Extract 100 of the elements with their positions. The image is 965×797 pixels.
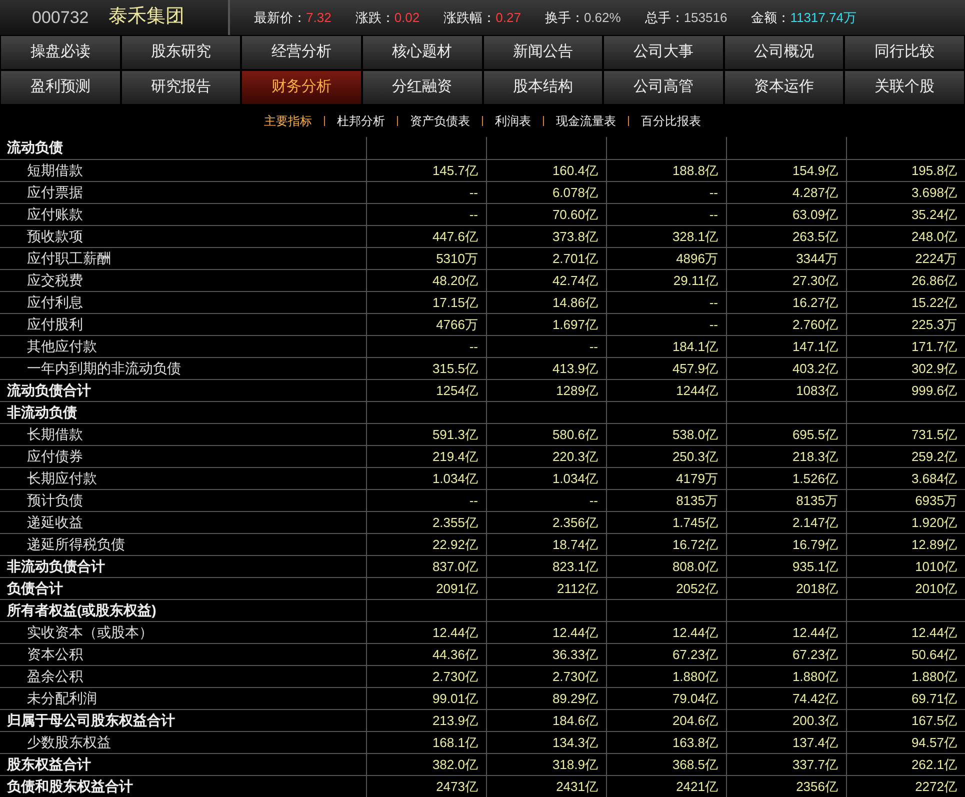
table-cell: 70.60亿	[552, 207, 598, 222]
table-cell: 2421亿	[676, 779, 718, 794]
table-cell: --	[709, 295, 718, 310]
table-cell: --	[589, 339, 598, 354]
row-label: 流动负债	[6, 138, 64, 157]
nav-tab[interactable]: 新闻公告	[482, 35, 604, 70]
table-cell: 99.01亿	[432, 691, 478, 706]
table-cell: 195.8亿	[911, 163, 957, 178]
row-label: 归属于母公司股东权益合计	[6, 711, 176, 730]
nav-tab[interactable]: 财务分析	[241, 70, 362, 105]
sub-tab[interactable]: 百分比报表	[641, 112, 701, 130]
table-cell: --	[589, 493, 598, 508]
sub-tab[interactable]: 资产负债表	[410, 112, 470, 130]
stat-value: 11317.74万	[790, 8, 856, 27]
row-label: 非流动负债合计	[6, 557, 106, 576]
table-cell: 580.6亿	[552, 427, 598, 442]
table-cell: 538.0亿	[672, 427, 718, 442]
nav-tab[interactable]: 关联个股	[844, 70, 965, 105]
table-cell: 2.730亿	[552, 669, 598, 684]
stock-code: 000732	[32, 6, 89, 29]
nav-tab[interactable]: 资本运作	[724, 70, 844, 105]
table-cell: 12.44亿	[552, 625, 598, 640]
table-cell: 67.23亿	[792, 647, 838, 662]
nav-tab[interactable]: 研究报告	[120, 70, 242, 105]
stat-label: 涨跌幅：	[444, 8, 496, 27]
row-label: 应付职工薪酬	[26, 249, 112, 268]
table-cell: 457.9亿	[672, 361, 718, 376]
table-cell: 35.24亿	[911, 207, 957, 222]
table-cell: 29.11亿	[673, 273, 718, 288]
table-cell: 2356亿	[796, 779, 838, 794]
nav-tab[interactable]: 公司概况	[724, 35, 844, 70]
stat-value: 0.02	[394, 8, 420, 27]
nav-tab[interactable]: 操盘必读	[0, 35, 121, 70]
table-cell: 3.698亿	[911, 185, 957, 200]
table-cell: 89.29亿	[552, 691, 598, 706]
nav-tab[interactable]: 盈利预测	[0, 70, 121, 105]
table-cell: 22.92亿	[432, 537, 478, 552]
table-cell: 2473亿	[436, 779, 478, 794]
row-label: 负债和股东权益合计	[6, 777, 134, 796]
table-cell: 184.6亿	[552, 713, 598, 728]
table-cell: 42.74亿	[552, 273, 598, 288]
table-cell: 67.23亿	[672, 647, 718, 662]
row-label: 递延所得税负债	[26, 535, 126, 554]
table-cell: 18.74亿	[552, 537, 598, 552]
table-cell: 2018亿	[796, 581, 838, 596]
row-label: 负债合计	[6, 579, 64, 598]
row-label: 应付股利	[26, 315, 84, 334]
table-cell: 4179万	[676, 471, 718, 486]
table-cell: 12.44亿	[911, 625, 957, 640]
table-cell: 225.3万	[911, 317, 957, 332]
table-cell: 213.9亿	[432, 713, 478, 728]
nav-tab[interactable]: 公司高管	[603, 70, 724, 105]
row-label: 实收资本（或股本）	[26, 623, 154, 642]
table-cell: 12.44亿	[792, 625, 838, 640]
table-cell: 2272亿	[915, 779, 957, 794]
table-cell: 591.3亿	[432, 427, 478, 442]
table-cell: 262.1亿	[911, 757, 957, 772]
row-label: 少数股东权益	[26, 733, 112, 752]
table-cell: 137.4亿	[792, 735, 838, 750]
sub-tab[interactable]: 杜邦分析	[337, 112, 385, 130]
table-cell: --	[709, 317, 718, 332]
sub-tab[interactable]: 利润表	[495, 112, 531, 130]
sub-tab[interactable]: 现金流量表	[556, 112, 616, 130]
table-cell: 413.9亿	[552, 361, 598, 376]
row-label: 盈余公积	[26, 667, 84, 686]
table-cell: 50.64亿	[911, 647, 957, 662]
table-cell: --	[469, 493, 478, 508]
table-cell: 373.8亿	[552, 229, 598, 244]
table-cell: 6.078亿	[552, 185, 598, 200]
table-cell: 163.8亿	[672, 735, 718, 750]
table-cell: 2010亿	[915, 581, 957, 596]
sub-tab[interactable]: 主要指标	[264, 112, 312, 130]
nav-tab[interactable]: 同行比较	[844, 35, 965, 70]
table-cell: 220.3亿	[552, 449, 598, 464]
nav-tab[interactable]: 分红融资	[362, 70, 482, 105]
table-cell: 837.0亿	[432, 559, 478, 574]
nav-tab[interactable]: 公司大事	[603, 35, 724, 70]
nav-tab[interactable]: 股本结构	[482, 70, 604, 105]
table-cell: 145.7亿	[432, 163, 478, 178]
table-cell: 2.147亿	[792, 515, 838, 530]
table-cell: 2224万	[915, 251, 957, 266]
table-cell: 1.034亿	[432, 471, 478, 486]
table-cell: 1083亿	[796, 383, 838, 398]
table-cell: 1010亿	[915, 559, 957, 574]
row-label: 其他应付款	[26, 337, 98, 356]
table-cell: 2091亿	[436, 581, 478, 596]
nav-tab[interactable]: 股东研究	[120, 35, 242, 70]
table-cell: 74.42亿	[792, 691, 838, 706]
table-cell: 447.6亿	[432, 229, 478, 244]
row-label: 应付债券	[26, 447, 84, 466]
table-cell: 2.356亿	[552, 515, 598, 530]
table-cell: 94.57亿	[911, 735, 957, 750]
row-label: 应付利息	[26, 293, 84, 312]
table-cell: 168.1亿	[432, 735, 478, 750]
table-cell: 1289亿	[556, 383, 598, 398]
nav-tab[interactable]: 经营分析	[241, 35, 362, 70]
table-cell: 1.880亿	[911, 669, 957, 684]
nav-tab[interactable]: 核心题材	[362, 35, 482, 70]
table-cell: 147.1亿	[792, 339, 838, 354]
row-label: 一年内到期的非流动负债	[26, 359, 182, 378]
